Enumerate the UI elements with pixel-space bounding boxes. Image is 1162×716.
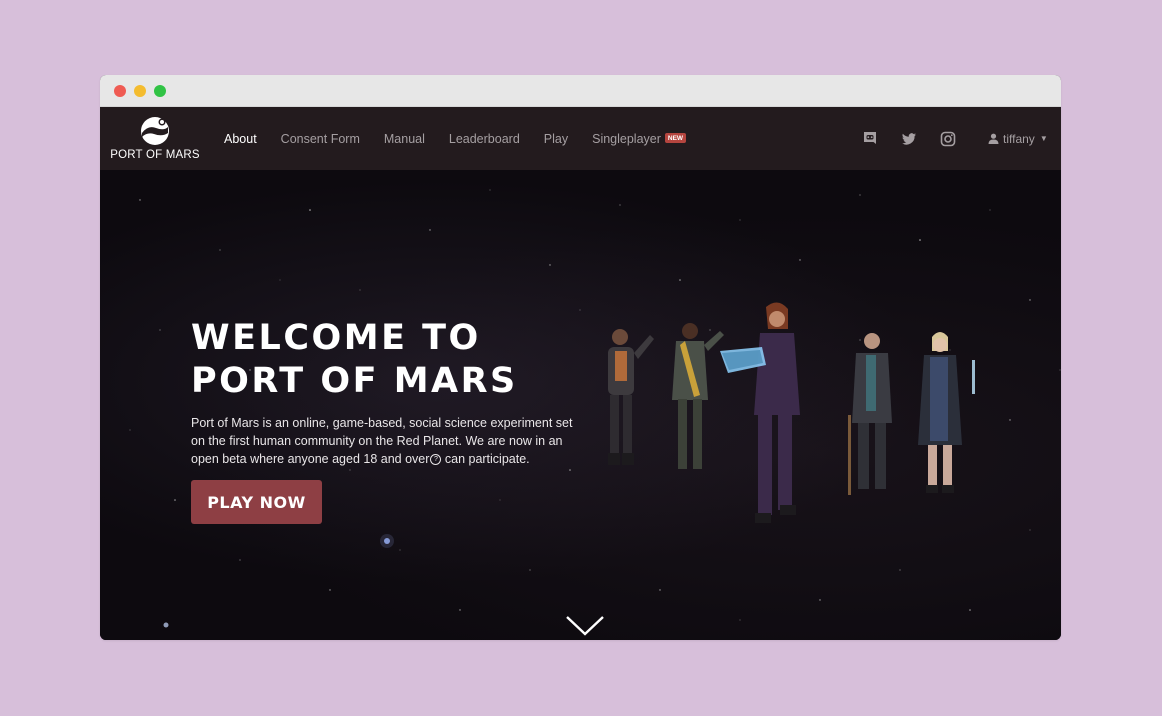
instagram-icon[interactable] <box>940 131 956 147</box>
window-titlebar <box>100 75 1061 107</box>
hero-description: Port of Mars is an online, game-based, s… <box>191 414 581 468</box>
crew-characters-illustration <box>608 302 975 523</box>
site-navbar: PORT OF MARS About Consent Form Manual L… <box>100 107 1061 170</box>
hero-title: WELCOME TO PORT OF MARS <box>191 317 591 403</box>
minimize-window-button[interactable] <box>134 85 146 97</box>
character-elder <box>848 333 892 495</box>
user-name: tiffany <box>1003 131 1035 146</box>
nav-item-singleplayer[interactable]: Singleplayer NEW <box>592 131 687 146</box>
maximize-window-button[interactable] <box>154 85 166 97</box>
discord-icon[interactable] <box>862 131 878 147</box>
new-badge: NEW <box>664 133 687 144</box>
nav-item-leaderboard[interactable]: Leaderboard <box>449 132 520 146</box>
character-astronaut <box>608 329 654 465</box>
character-officer <box>672 323 724 469</box>
main-nav: About Consent Form Manual Leaderboard Pl… <box>224 107 710 170</box>
browser-window: PORT OF MARS About Consent Form Manual L… <box>100 75 1061 640</box>
user-icon <box>988 133 999 144</box>
close-window-button[interactable] <box>114 85 126 97</box>
hero-title-line-1: WELCOME TO <box>191 318 481 358</box>
nav-item-consent-form[interactable]: Consent Form <box>281 132 360 146</box>
nav-item-play[interactable]: Play <box>544 132 568 146</box>
caret-down-icon: ▼ <box>1039 134 1048 143</box>
hero-description-text-end: can participate. <box>441 452 530 466</box>
character-commander <box>720 302 800 523</box>
scroll-down-chevron-icon[interactable] <box>565 614 605 638</box>
character-scientist <box>918 332 962 493</box>
play-now-button[interactable]: PLAY NOW <box>191 480 322 524</box>
brand-name: PORT OF MARS <box>110 149 200 161</box>
planet-moon-logo-icon <box>141 117 169 145</box>
nav-item-manual[interactable]: Manual <box>384 132 425 146</box>
info-icon[interactable]: ? <box>430 454 442 466</box>
nav-item-singleplayer-label: Singleplayer <box>592 131 661 146</box>
user-menu[interactable]: tiffany ▼ <box>988 107 1048 170</box>
hero-section: WELCOME TO PORT OF MARS Port of Mars is … <box>100 170 1061 640</box>
hero-title-line-2: PORT OF MARS <box>191 361 518 401</box>
nav-item-about[interactable]: About <box>224 132 257 146</box>
twitter-icon[interactable] <box>901 131 917 147</box>
brand-home-link[interactable]: PORT OF MARS <box>108 113 202 165</box>
